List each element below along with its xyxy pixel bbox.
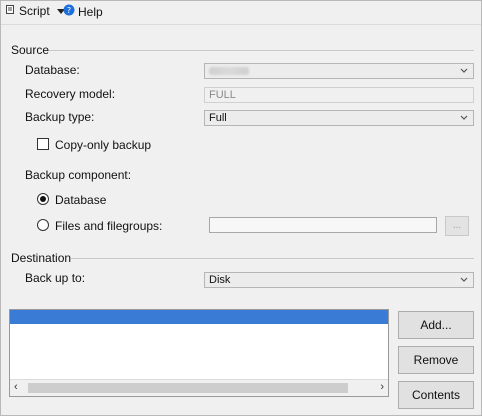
- redacted-database-name: [209, 67, 249, 75]
- chevron-down-icon: [459, 65, 469, 77]
- remove-button[interactable]: Remove: [398, 346, 474, 374]
- destination-section-title: Destination: [11, 251, 72, 265]
- backup-type-combo[interactable]: Full: [204, 110, 474, 126]
- backup-dialog-panel: Script ? Help Source Database: Recovery …: [0, 0, 482, 416]
- script-icon: [5, 4, 16, 18]
- back-up-to-value: Disk: [209, 274, 231, 286]
- scroll-right-icon[interactable]: ›: [380, 381, 384, 393]
- help-icon: ?: [63, 4, 75, 19]
- component-files-label: Files and filegroups:: [55, 219, 163, 233]
- scroll-left-icon[interactable]: ‹: [14, 381, 18, 393]
- chevron-down-icon: [459, 112, 469, 124]
- toolbar-divider: [1, 24, 481, 25]
- filegroups-browse-button[interactable]: ...: [445, 216, 469, 236]
- help-button[interactable]: ? Help: [63, 4, 103, 19]
- back-up-to-combo[interactable]: Disk: [204, 272, 474, 288]
- backup-component-label: Backup component:: [25, 168, 132, 182]
- component-database-radio[interactable]: [37, 193, 49, 205]
- filegroups-textbox[interactable]: [209, 217, 437, 233]
- help-label: Help: [78, 4, 103, 19]
- copy-only-label: Copy-only backup: [55, 138, 152, 152]
- copy-only-checkbox[interactable]: [37, 138, 49, 150]
- svg-text:?: ?: [67, 6, 71, 15]
- recovery-model-field: FULL: [204, 87, 474, 103]
- script-button[interactable]: Script: [5, 4, 65, 18]
- database-label: Database:: [25, 63, 80, 77]
- source-section-title: Source: [11, 43, 50, 57]
- destination-section-rule: [71, 258, 474, 259]
- recovery-model-label: Recovery model:: [25, 87, 116, 101]
- radio-selected-dot: [40, 196, 46, 202]
- backup-type-label: Backup type:: [25, 110, 95, 124]
- source-section-rule: [49, 50, 474, 51]
- chevron-down-icon: [459, 274, 469, 286]
- horizontal-scrollbar[interactable]: ‹ ›: [10, 379, 388, 396]
- component-files-radio[interactable]: [37, 219, 49, 231]
- scrollbar-thumb[interactable]: [28, 383, 348, 393]
- toolbar: Script ? Help: [1, 1, 481, 23]
- backup-type-value: Full: [209, 112, 227, 124]
- back-up-to-label: Back up to:: [25, 271, 86, 285]
- add-button[interactable]: Add...: [398, 311, 474, 339]
- component-database-label: Database: [55, 193, 107, 207]
- recovery-model-value: FULL: [209, 89, 236, 101]
- database-combo[interactable]: [204, 63, 474, 79]
- backup-destination-list[interactable]: ‹ ›: [9, 309, 389, 397]
- contents-button[interactable]: Contents: [398, 381, 474, 409]
- selected-destination-row[interactable]: [10, 310, 388, 324]
- script-label: Script: [19, 4, 50, 18]
